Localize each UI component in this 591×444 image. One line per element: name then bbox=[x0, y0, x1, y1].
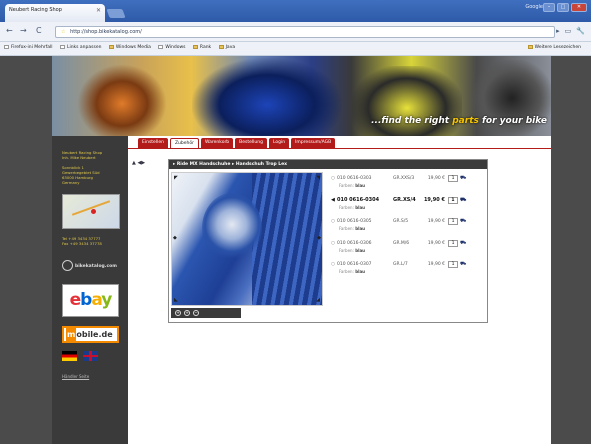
shop-address: Neubert Racing Shop Inh. Mike Neubert So… bbox=[62, 150, 103, 185]
left-arrow-icon[interactable]: ◆ bbox=[173, 235, 177, 241]
cart-icon[interactable]: ⛟ bbox=[460, 197, 466, 204]
color-info: Farben: blau bbox=[339, 204, 365, 210]
bookmark-item[interactable]: Java bbox=[218, 45, 235, 50]
color-info: Farben: blau bbox=[339, 183, 365, 188]
list-item: ○ 010 0616-0303 GR.XXS/3 19,90 € 1 ⛟ Far… bbox=[331, 174, 487, 196]
product-photo[interactable]: ◤ ◥ ◣ ◢ ◆ ◆ bbox=[171, 172, 323, 306]
other-bookmarks[interactable]: Weitere Lesezeichen bbox=[527, 45, 581, 50]
folder-icon bbox=[527, 45, 533, 49]
folder-icon bbox=[192, 45, 198, 49]
color-info: Farben: blau bbox=[339, 226, 365, 231]
bookmark-item[interactable]: Windows Media bbox=[108, 45, 151, 50]
browser-toolbar: ← → C ☆ http://shop.bikekatalog.com/ ▸ ▭… bbox=[0, 22, 591, 42]
page-icon bbox=[158, 45, 164, 49]
minimize-button[interactable]: – bbox=[543, 3, 555, 12]
quantity-input[interactable]: 1 bbox=[448, 239, 458, 247]
corner-arrow-icon[interactable]: ◢ bbox=[316, 297, 320, 303]
fullscreen-icon[interactable]: + bbox=[175, 310, 181, 316]
bookmarks-bar: Firefox-ini Mehrfall Links anpassen Wind… bbox=[0, 42, 591, 56]
address-bar[interactable]: ☆ http://shop.bikekatalog.com/ bbox=[55, 26, 555, 38]
bookmark-item[interactable]: Links anpassen bbox=[59, 45, 101, 50]
ebay-logo[interactable]: ebay bbox=[62, 284, 119, 317]
variant-list: ○ 010 0616-0303 GR.XXS/3 19,90 € 1 ⛟ Far… bbox=[331, 174, 487, 282]
slogan: ...find the right parts for your bike bbox=[371, 116, 547, 126]
breadcrumb: ▸ Ride MX Handschuhe ▸ Handschuh Trop Le… bbox=[169, 160, 487, 169]
browser-tab[interactable]: Neubert Racing Shop ✕ bbox=[5, 4, 105, 22]
page-background: ...find the right parts for your bike Ne… bbox=[0, 56, 591, 444]
right-arrow-icon[interactable]: ◆ bbox=[317, 235, 321, 241]
bookmark-star-icon[interactable]: ☆ bbox=[61, 29, 65, 35]
reload-icon[interactable]: C bbox=[36, 27, 42, 35]
color-info: Farben: blau bbox=[339, 269, 365, 274]
cart-icon[interactable]: ⛟ bbox=[460, 261, 466, 268]
back-arrow-icon[interactable]: ← bbox=[6, 27, 13, 35]
wrench-icon[interactable]: 🔧 bbox=[576, 27, 585, 35]
globe-icon bbox=[62, 260, 73, 271]
quantity-input[interactable]: 1 bbox=[448, 175, 458, 182]
window-label: Google bbox=[525, 4, 543, 10]
list-item: ○ 010 0616-0307 GR.L/7 19,90 € 1 ⛟ Farbe… bbox=[331, 260, 487, 282]
new-tab-button[interactable] bbox=[106, 9, 126, 18]
header-banner: ...find the right parts for your bike bbox=[52, 56, 551, 136]
corner-arrow-icon[interactable]: ◥ bbox=[316, 175, 320, 181]
page-icon bbox=[59, 45, 65, 49]
bookmark-item[interactable]: Windows bbox=[158, 45, 185, 50]
url-text: http://shop.bikekatalog.com/ bbox=[70, 29, 142, 35]
location-map[interactable] bbox=[62, 194, 120, 229]
page-icon bbox=[4, 45, 9, 49]
motocross-rider-image bbox=[77, 64, 167, 136]
cart-icon[interactable]: ⛟ bbox=[460, 175, 466, 182]
language-flags bbox=[62, 351, 98, 361]
up-arrow-icon[interactable]: ▲ bbox=[132, 160, 136, 166]
list-item: ◀ 010 0616-0304 GR.XS/4 19,90 € 1 ⛟ Farb… bbox=[331, 196, 487, 218]
phone-numbers: Tel +49 3434 37777 Fax +49 3434 37778 bbox=[62, 236, 102, 246]
quantity-input[interactable]: 1 bbox=[448, 218, 458, 225]
quantity-input[interactable]: 1 bbox=[448, 261, 458, 268]
forward-arrow-icon[interactable]: → bbox=[20, 27, 27, 35]
page-menu-icon[interactable]: ▸ bbox=[556, 27, 560, 35]
glove-logo bbox=[202, 193, 262, 263]
cart-icon[interactable]: ⛟ bbox=[460, 240, 466, 247]
nav-underline bbox=[128, 148, 551, 149]
close-tab-icon[interactable]: ✕ bbox=[96, 7, 101, 14]
toolbar-icons: ▸ ▭ 🔧 bbox=[556, 27, 585, 35]
document-icon[interactable]: ▭ bbox=[565, 27, 572, 35]
list-item: ○ 010 0616-0306 GR.M/6 19,90 € 1 ⛟ Farbe… bbox=[331, 239, 487, 261]
page-arrows: ▲ ◀▶ bbox=[132, 160, 145, 166]
window-controls: – □ ✕ bbox=[543, 3, 587, 12]
corner-arrow-icon[interactable]: ◣ bbox=[174, 297, 178, 303]
bookmark-item[interactable]: Rank bbox=[192, 45, 211, 50]
haendler-link[interactable]: Händler Seite bbox=[62, 374, 89, 379]
close-window-button[interactable]: ✕ bbox=[571, 3, 587, 12]
folder-icon bbox=[108, 45, 114, 49]
uk-flag-icon[interactable] bbox=[83, 351, 98, 361]
folder-icon bbox=[218, 45, 224, 49]
tab-strip: Neubert Racing Shop ✕ Google – □ ✕ bbox=[0, 0, 591, 22]
cart-icon[interactable]: ⛟ bbox=[460, 218, 466, 225]
bikekatalog-logo[interactable]: bikekatalog.com bbox=[62, 260, 117, 271]
back-forward-icon[interactable]: ◀▶ bbox=[137, 160, 145, 166]
bookmark-item[interactable]: Firefox-ini Mehrfall bbox=[4, 45, 53, 50]
shop-site: ...find the right parts for your bike Ne… bbox=[52, 56, 551, 444]
product-viewer: ▸ Ride MX Handschuhe ▸ Handschuh Trop Le… bbox=[168, 159, 488, 323]
mobile-de-logo[interactable]: mobile.de bbox=[62, 326, 119, 343]
image-tools: + + − bbox=[171, 308, 241, 318]
zoom-in-icon[interactable]: + bbox=[184, 310, 190, 316]
quantity-input[interactable]: 1 bbox=[448, 196, 458, 204]
sportbike-rider-image bbox=[192, 58, 342, 136]
tab-title: Neubert Racing Shop bbox=[9, 7, 62, 13]
color-info: Farben: blau bbox=[339, 247, 365, 253]
glove-stripes bbox=[252, 173, 322, 305]
zoom-out-icon[interactable]: − bbox=[193, 310, 199, 316]
list-item: ○ 010 0616-0305 GR.S/5 19,90 € 1 ⛟ Farbe… bbox=[331, 217, 487, 239]
maximize-button[interactable]: □ bbox=[557, 3, 569, 12]
corner-arrow-icon[interactable]: ◤ bbox=[174, 175, 178, 181]
sidebar: Neubert Racing Shop Inh. Mike Neubert So… bbox=[52, 136, 128, 444]
german-flag-icon[interactable] bbox=[62, 351, 77, 361]
